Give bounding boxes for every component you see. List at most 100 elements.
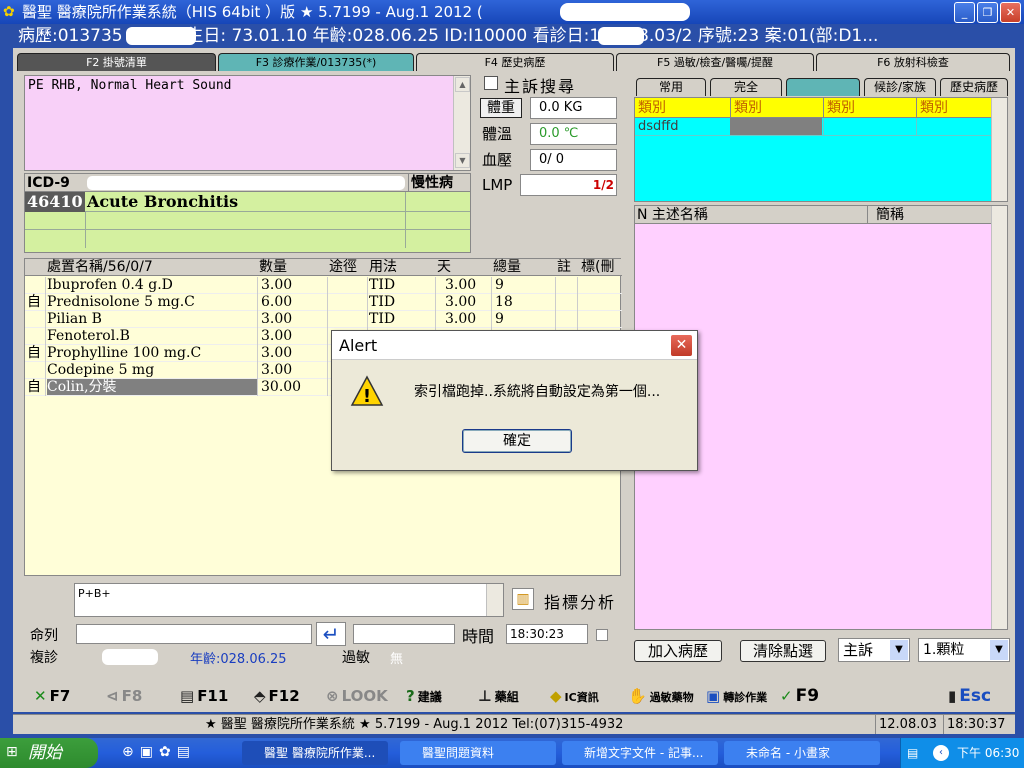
category-scrollbar[interactable]: [991, 98, 1007, 201]
look-button[interactable]: ⊗ LOOK: [326, 684, 388, 708]
complaint-search-checkbox[interactable]: [484, 76, 498, 90]
task-folder[interactable]: 醫聖問題資料: [400, 741, 556, 765]
prescription-header: 處置名稱/56/0/7 數量 途徑 用法 天 總量 註 標(刪: [25, 259, 622, 276]
f12-button[interactable]: ⬘ F12: [254, 684, 300, 708]
toolbar-icon: ▣: [706, 687, 721, 705]
drug-group-button[interactable]: ⊥ 藥組: [478, 684, 519, 708]
toolbar-icon: ✕: [34, 687, 47, 705]
f8-button[interactable]: ⊲ F8: [106, 684, 142, 708]
tab-radiology[interactable]: F6 放射科檢查: [816, 53, 1010, 71]
command-input[interactable]: [76, 624, 312, 644]
blood-pressure-field[interactable]: 0/ 0: [530, 149, 617, 171]
scroll-down-icon[interactable]: ▼: [455, 153, 470, 168]
alert-message: 索引檔跑掉..系統將自動設定為第一個...: [414, 384, 661, 400]
tab-waiting-family[interactable]: 候診/家族: [864, 78, 936, 96]
app-icon: ✿: [3, 4, 15, 20]
lmp-field[interactable]: 1/2: [520, 174, 617, 196]
quick-launch-icons[interactable]: ⊕▣✿▤: [122, 744, 196, 760]
maximize-button[interactable]: ❐: [977, 2, 998, 23]
unit-select[interactable]: 1.顆粒 ▼: [918, 638, 1010, 662]
command-extra-input[interactable]: [353, 624, 455, 644]
toolbar-icon: ✓: [780, 687, 793, 705]
tab-registration-list[interactable]: F2 掛號清單: [17, 53, 216, 71]
rx-name-cell: Prophylline 100 mg.C: [47, 345, 202, 361]
tab-allergy-exam[interactable]: F5 過敏/檢查/醫囑/提醒: [616, 53, 814, 71]
f11-button[interactable]: ▤ F11: [180, 684, 228, 708]
unit-select-value: 1.顆粒: [923, 642, 965, 658]
complaint-list-scrollbar[interactable]: [991, 206, 1007, 629]
toolbar-icon: ▮: [948, 687, 957, 705]
scroll-up-icon[interactable]: ▲: [455, 77, 470, 92]
allergy-drug-button[interactable]: ✋ 過敏藥物: [628, 684, 694, 708]
rx-self-cell: 自: [27, 379, 41, 395]
suggest-button[interactable]: ? 建議: [406, 684, 442, 708]
minimize-button[interactable]: _: [954, 2, 975, 23]
weight-field[interactable]: 0.0 KG: [530, 97, 617, 119]
task-paint[interactable]: 未命名 - 小畫家: [724, 741, 880, 765]
task-notepad[interactable]: 新增文字文件 - 記事...: [562, 741, 718, 765]
icd-row[interactable]: 46410 Acute Bronchitis: [25, 192, 470, 212]
f9-button[interactable]: ✓ F9: [780, 684, 819, 708]
allergy-value: 無: [390, 652, 404, 667]
add-to-record-button[interactable]: 加入病歷: [634, 640, 722, 662]
esc-button[interactable]: ▮ Esc: [948, 684, 991, 708]
rx-name-cell: Codepine 5 mg: [47, 362, 155, 378]
chevron-down-icon[interactable]: ▼: [990, 640, 1008, 660]
tab-diagnosis[interactable]: F3 診療作業/013735(*): [218, 53, 414, 71]
time-checkbox[interactable]: [596, 629, 608, 641]
complaint-textarea[interactable]: PE RHB, Normal Heart Sound: [24, 75, 471, 171]
lmp-label: LMP: [482, 176, 513, 194]
redacted-block: [102, 649, 158, 665]
toolbar-label: 建議: [417, 690, 442, 704]
toolbar-icon: ▤: [180, 687, 195, 705]
category-cell-selected[interactable]: [730, 118, 822, 135]
complaint-text: PE RHB, Normal Heart Sound: [28, 78, 232, 93]
enter-icon[interactable]: ↵: [316, 622, 346, 646]
ic-info-button[interactable]: ◆ IC資訊: [550, 684, 599, 708]
rx-qty-cell: 3.00: [261, 362, 293, 378]
alert-dialog: Alert ✕ ! 索引檔跑掉..系統將自動設定為第一個... 確定: [331, 330, 698, 471]
toolbar-label: IC資訊: [564, 691, 599, 704]
redacted-block: [560, 3, 690, 21]
rx-name-cell: Ibuprofen 0.4 g.D: [47, 277, 173, 293]
category-header: 類別 類別 類別 類別: [635, 98, 1007, 118]
category-header-4: 類別: [916, 98, 948, 118]
clear-selection-button[interactable]: 清除點選: [740, 640, 826, 662]
redacted-block: [126, 27, 196, 45]
temperature-field[interactable]: 0.0 ℃: [530, 123, 617, 145]
complaint-select-value: 主訴: [843, 641, 874, 659]
toolbar-icon: ⬘: [254, 687, 266, 705]
referral-button[interactable]: ▣ 轉診作業: [706, 684, 767, 708]
ok-button[interactable]: 確定: [462, 429, 572, 453]
complaint-scrollbar[interactable]: ▲ ▼: [453, 76, 470, 170]
windows-logo-icon: ⊞: [6, 744, 18, 760]
close-button[interactable]: ✕: [1000, 2, 1021, 23]
plan-notes-field[interactable]: P+B+: [74, 583, 504, 617]
tab-history[interactable]: F4 歷史病歷: [416, 53, 614, 71]
task-his-app[interactable]: 醫聖 醫療院所作業...: [242, 741, 388, 765]
complaint-search-label: 主訴搜尋: [504, 77, 577, 96]
category-row[interactable]: dsdffd: [635, 118, 1007, 136]
chevron-down-icon[interactable]: ▼: [890, 640, 908, 660]
tab-active[interactable]: [786, 78, 860, 96]
keyboard-icon[interactable]: ▤: [907, 738, 918, 768]
weight-button[interactable]: 體重: [480, 98, 522, 118]
notes-scrollbar[interactable]: [486, 584, 503, 616]
prescription-row[interactable]: 自 Prednisolone 5 mg.C 6.00 TID 3.00 18: [25, 294, 622, 311]
prescription-row[interactable]: Ibuprofen 0.4 g.D 3.00 TID 3.00 9: [25, 277, 622, 294]
toolbar-label: Esc: [959, 686, 992, 706]
tab-common[interactable]: 常用: [636, 78, 706, 96]
bar-chart-icon[interactable]: ▥: [512, 588, 534, 610]
tab-complete[interactable]: 完全: [710, 78, 782, 96]
tab-past-records[interactable]: 歷史病歷: [940, 78, 1008, 96]
toolbar-label: 藥組: [494, 690, 519, 704]
toolbar-label: 過敏藥物: [649, 691, 694, 704]
alert-close-button[interactable]: ✕: [670, 334, 693, 357]
complaint-select[interactable]: 主訴 ▼: [838, 638, 910, 662]
indicator-analysis-label[interactable]: 指標分析: [544, 589, 616, 613]
time-field[interactable]: 18:30:23: [506, 624, 588, 644]
prescription-row[interactable]: Pilian B 3.00 TID 3.00 9: [25, 311, 622, 328]
back-arrow-icon[interactable]: ‹: [933, 745, 949, 761]
f7-button[interactable]: ✕ F7: [34, 684, 70, 708]
complaint-name-header: N 主述名稱: [637, 207, 708, 223]
